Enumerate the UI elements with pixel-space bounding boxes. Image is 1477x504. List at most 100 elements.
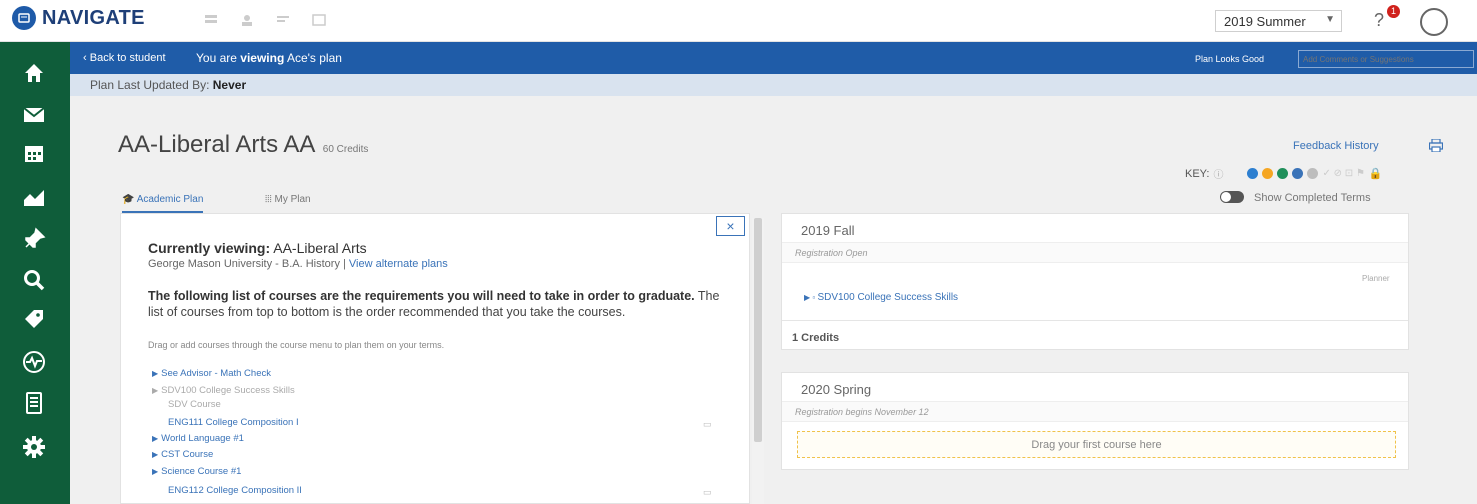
key-dot xyxy=(1307,168,1319,179)
viewing-suffix: Ace's plan xyxy=(284,51,342,65)
expand-icon: ▶ xyxy=(152,450,159,459)
home-icon[interactable] xyxy=(21,60,47,86)
plan-looks-good-button[interactable]: Plan Looks Good xyxy=(1195,54,1264,64)
course-item[interactable]: ▶ CST Course xyxy=(152,449,213,460)
pin-icon[interactable] xyxy=(21,226,47,252)
term-select[interactable]: 2019 Summer ▼ xyxy=(1215,10,1342,32)
course-label: SDV100 College Success Skills xyxy=(161,385,295,396)
course-item[interactable]: ▶ SDV100 College Success Skills xyxy=(152,385,295,396)
course-label: CST Course xyxy=(161,449,214,460)
key-dot xyxy=(1277,168,1289,179)
info-icon[interactable]: ⓘ xyxy=(1213,166,1223,181)
course-item[interactable]: ▶ See Advisor - Math Check xyxy=(152,368,271,379)
scrollbar-thumb[interactable] xyxy=(754,218,762,442)
expand-icon: ▶ xyxy=(152,386,159,395)
list-icon[interactable] xyxy=(276,13,290,25)
last-updated-label: Plan Last Updated By: xyxy=(90,78,213,92)
planned-course-label: SDV100 College Success Skills xyxy=(817,292,959,303)
app-name: NAVIGATE xyxy=(42,6,145,29)
term-credits: 1 Credits xyxy=(782,320,1408,351)
show-completed-label: Show Completed Terms xyxy=(1254,192,1371,204)
viewing-prefix: You are xyxy=(196,51,241,65)
feedback-history-link[interactable]: Feedback History xyxy=(1293,140,1379,152)
last-updated-bar: Plan Last Updated By: Never xyxy=(70,74,1477,96)
course-label: SDV Course xyxy=(168,399,221,410)
viewing-text: You are viewing Ace's plan xyxy=(196,51,342,65)
planned-course[interactable]: ▶ ▫ SDV100 College Success Skills xyxy=(804,292,958,303)
calendar-icon[interactable] xyxy=(21,140,47,166)
notification-badge[interactable]: 1 xyxy=(1387,5,1400,18)
top-header: NAVIGATE 2019 Summer ▼ ? 1 xyxy=(0,0,1477,42)
view-alternate-plans-link[interactable]: View alternate plans xyxy=(349,258,448,270)
course-drop-zone[interactable]: Drag your first course here xyxy=(797,431,1396,458)
comments-input[interactable] xyxy=(1298,50,1474,68)
course-label: Science Course #1 xyxy=(161,466,242,477)
expand-icon: ▶ xyxy=(152,369,159,378)
course-item[interactable]: ENG111 College Composition I xyxy=(168,417,299,428)
term-status: Registration begins November 12 xyxy=(782,401,1408,422)
school-text: George Mason University - B.A. History | xyxy=(148,258,349,270)
drag-note: Drag or add courses through the course m… xyxy=(148,340,445,350)
key-label: KEY: xyxy=(1185,167,1210,180)
requirements-text: The following list of courses are the re… xyxy=(148,288,738,320)
expand-icon: ▶ ▫ xyxy=(804,293,818,302)
term-select-value: 2019 Summer xyxy=(1224,14,1306,29)
term-card-2020-spring: 2020 Spring Registration begins November… xyxy=(781,372,1409,470)
scrollbar[interactable] xyxy=(752,218,764,504)
show-completed-toggle[interactable] xyxy=(1220,191,1244,203)
search-icon[interactable] xyxy=(21,267,47,293)
print-icon[interactable] xyxy=(1428,138,1444,155)
term-name: 2019 Fall xyxy=(801,223,855,238)
academic-plan-panel xyxy=(120,213,750,504)
logo-icon xyxy=(12,6,36,30)
currently-viewing: Currently viewing: AA-Liberal Arts xyxy=(148,240,367,256)
requirements-bold: The following list of courses are the re… xyxy=(148,289,695,303)
close-button[interactable]: × xyxy=(716,216,745,236)
gear-icon[interactable] xyxy=(21,434,47,460)
mail-icon[interactable] xyxy=(21,102,47,128)
chart-icon[interactable] xyxy=(21,185,47,211)
add-course-icon[interactable]: ▭ xyxy=(703,419,712,430)
back-label: Back to student xyxy=(89,52,166,64)
plan-title: AA-Liberal Arts AA xyxy=(118,131,315,158)
course-label: See Advisor - Math Check xyxy=(161,368,271,379)
chevron-down-icon: ▼ xyxy=(1325,14,1335,25)
grid-icon[interactable] xyxy=(204,13,218,25)
expand-icon: ▶ xyxy=(152,467,159,476)
key-legend: KEY: ⓘ ✓ ⊘ ⊡ ⚑ 🔒 xyxy=(1185,166,1383,182)
term-name: 2020 Spring xyxy=(801,382,872,397)
tag-icon[interactable] xyxy=(21,306,47,332)
tab-label: My Plan xyxy=(274,194,311,205)
back-to-student-link[interactable]: ‹ Back to student xyxy=(83,52,166,64)
page-title: AA-Liberal Arts AA 60 Credits xyxy=(118,131,368,159)
course-label: ENG111 College Composition I xyxy=(168,417,299,428)
people-icon[interactable] xyxy=(240,13,254,26)
avatar[interactable] xyxy=(1420,8,1448,36)
school-program: George Mason University - B.A. History |… xyxy=(148,258,448,270)
add-course-icon[interactable]: ▭ xyxy=(703,487,712,498)
course-item[interactable]: ▶ World Language #1 xyxy=(152,433,244,444)
currently-value: AA-Liberal Arts xyxy=(270,240,367,256)
planner-label: Planner xyxy=(1362,274,1390,283)
tab-academic-plan[interactable]: 🎓 Academic Plan xyxy=(122,194,204,213)
tab-my-plan[interactable]: ⦙⦙⦙ My Plan xyxy=(265,194,311,205)
plan-bar: ‹ Back to student You are viewing Ace's … xyxy=(70,42,1477,74)
document-icon[interactable] xyxy=(21,390,47,416)
course-item[interactable]: ENG112 College Composition II xyxy=(168,485,302,496)
term-status: Registration Open xyxy=(782,242,1408,263)
expand-icon: ▶ xyxy=(152,434,159,443)
course-item[interactable]: ▶ Science Course #1 xyxy=(152,466,241,477)
currently-label: Currently viewing: xyxy=(148,240,271,256)
help-icon[interactable]: ? xyxy=(1374,10,1384,31)
columns-icon: ⦙⦙⦙ xyxy=(265,194,275,205)
course-item[interactable]: SDV Course xyxy=(168,399,221,410)
window-icon[interactable] xyxy=(312,13,326,26)
check-icon: ✓ ⊘ ⊡ ⚑ xyxy=(1322,168,1365,179)
key-dot xyxy=(1292,168,1304,179)
course-label: ENG112 College Composition II xyxy=(168,485,302,496)
app-logo[interactable]: NAVIGATE xyxy=(12,6,145,30)
term-card-2019-fall: 2019 Fall Registration Open Planner ▶ ▫ … xyxy=(781,213,1409,350)
plan-credits: 60 Credits xyxy=(322,144,369,155)
health-icon[interactable] xyxy=(21,349,47,375)
viewing-bold: viewing xyxy=(240,51,285,65)
